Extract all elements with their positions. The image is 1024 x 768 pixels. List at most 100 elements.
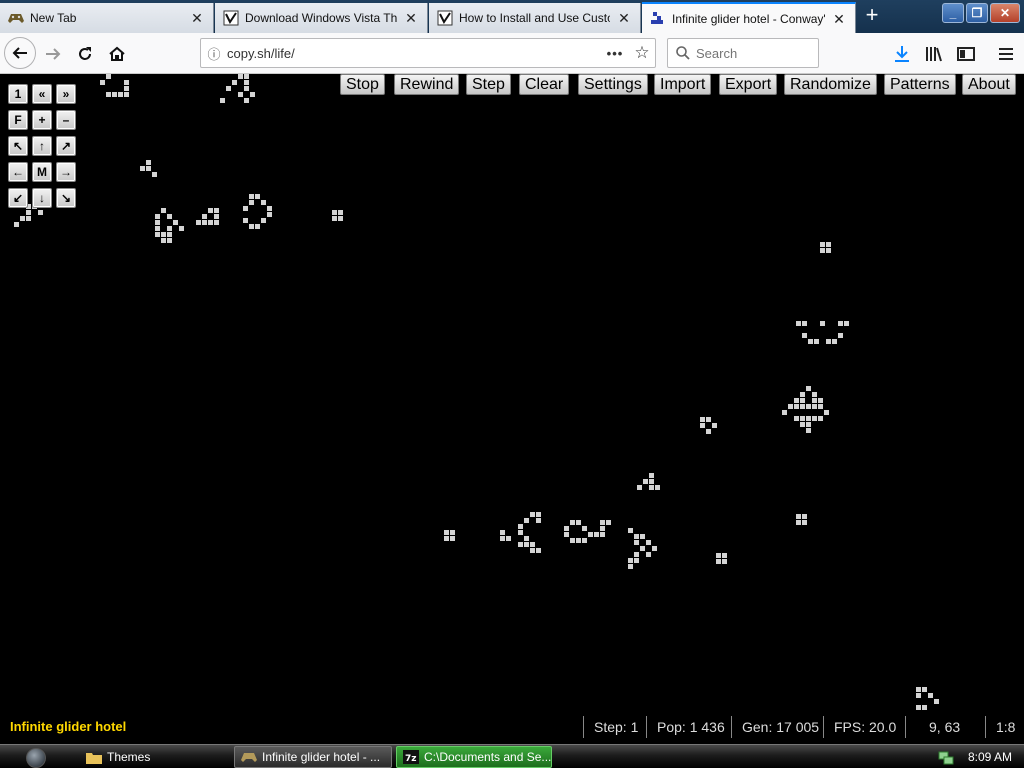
- cursor-coordinates: 9, 63: [929, 719, 961, 735]
- taskbar-item-themes[interactable]: Themes: [80, 746, 230, 768]
- life-cell: [161, 208, 166, 213]
- close-tab-icon[interactable]: ✕: [831, 11, 847, 27]
- life-cell: [646, 540, 651, 545]
- stop-button[interactable]: Stop: [340, 74, 385, 95]
- step-button[interactable]: Step: [466, 74, 511, 95]
- reload-button[interactable]: [70, 39, 100, 69]
- url-bar[interactable]: ⓘ copy.sh/life/ ••• ☆: [200, 38, 656, 68]
- life-cell: [524, 536, 529, 541]
- search-input[interactable]: [696, 45, 806, 61]
- life-cell: [806, 386, 811, 391]
- sidebar-icon[interactable]: [953, 41, 979, 67]
- export-button[interactable]: Export: [719, 74, 778, 95]
- tab-title: Download Windows Vista Theme: [245, 11, 397, 25]
- site-info-icon[interactable]: ⓘ: [201, 44, 227, 63]
- life-cell: [249, 200, 254, 205]
- pan-right-button[interactable]: →: [56, 162, 76, 182]
- taskbar-item-7zip[interactable]: 7z C:\Documents and Se...: [396, 746, 552, 768]
- zoom-in-button[interactable]: +: [32, 110, 52, 130]
- life-cell: [649, 479, 654, 484]
- patterns-button[interactable]: Patterns: [884, 74, 956, 95]
- slower-button[interactable]: «: [32, 84, 52, 104]
- life-cell: [124, 86, 129, 91]
- search-bar[interactable]: [667, 38, 819, 68]
- forward-button[interactable]: [38, 39, 68, 69]
- life-cell: [155, 226, 160, 231]
- life-cell: [649, 485, 654, 490]
- downloads-icon[interactable]: [889, 41, 915, 67]
- back-button[interactable]: [4, 37, 36, 69]
- taskbar-item-firefox[interactable]: Infinite glider hotel - ...: [234, 746, 392, 768]
- clock[interactable]: 8:09 AM: [968, 750, 1012, 764]
- settings-button[interactable]: Settings: [578, 74, 648, 95]
- close-tab-icon[interactable]: ✕: [189, 10, 205, 26]
- life-cell: [600, 520, 605, 525]
- url-text[interactable]: copy.sh/life/: [227, 46, 601, 61]
- life-cell: [238, 92, 243, 97]
- minimize-window-icon[interactable]: _: [942, 3, 964, 23]
- close-window-icon[interactable]: ✕: [990, 3, 1020, 23]
- library-icon[interactable]: [921, 41, 947, 67]
- windows-taskbar: Themes Infinite glider hotel - ... 7z C:…: [0, 744, 1024, 768]
- page-actions-button[interactable]: •••: [601, 46, 629, 61]
- rewind-button[interactable]: Rewind: [394, 74, 460, 95]
- clear-button[interactable]: Clear: [519, 74, 570, 95]
- faster-button[interactable]: »: [56, 84, 76, 104]
- close-tab-icon[interactable]: ✕: [403, 10, 419, 26]
- life-cell: [934, 699, 939, 704]
- life-canvas[interactable]: [0, 74, 1024, 744]
- speed-one-button[interactable]: 1: [8, 84, 28, 104]
- system-tray: 8:09 AM: [934, 745, 1024, 768]
- pan-down-button[interactable]: ↓: [32, 188, 52, 208]
- tab-title: Infinite glider hotel - Conway's G: [672, 11, 825, 26]
- pan-down-left-button[interactable]: ↙: [8, 188, 28, 208]
- zoom-out-button[interactable]: –: [56, 110, 76, 130]
- life-cell: [796, 520, 801, 525]
- new-tab-button[interactable]: +: [860, 4, 884, 28]
- pan-left-button[interactable]: ←: [8, 162, 28, 182]
- start-button[interactable]: [4, 746, 72, 768]
- randomize-button[interactable]: Randomize: [784, 74, 877, 95]
- svg-text:7z: 7z: [405, 754, 417, 764]
- restore-window-icon[interactable]: ❐: [966, 3, 988, 23]
- pan-up-button[interactable]: ↑: [32, 136, 52, 156]
- life-cell: [844, 321, 849, 326]
- bookmark-star-icon[interactable]: ☆: [629, 43, 655, 63]
- life-cell: [506, 536, 511, 541]
- about-button[interactable]: About: [962, 74, 1016, 95]
- life-cell: [267, 206, 272, 211]
- close-tab-icon[interactable]: ✕: [616, 10, 632, 26]
- life-cell: [576, 520, 581, 525]
- life-cell: [444, 530, 449, 535]
- life-cell: [716, 559, 721, 564]
- import-button[interactable]: Import: [654, 74, 712, 95]
- life-cell: [826, 248, 831, 253]
- life-cell: [838, 321, 843, 326]
- life-cell: [796, 321, 801, 326]
- tab-new-tab[interactable]: New Tab ✕: [0, 3, 214, 33]
- home-button[interactable]: [102, 39, 132, 69]
- life-cell: [112, 92, 117, 97]
- network-icon[interactable]: [938, 749, 954, 768]
- tab-title: New Tab: [30, 11, 77, 25]
- hamburger-menu-icon[interactable]: [993, 41, 1019, 67]
- life-cell: [244, 98, 249, 103]
- life-cell: [818, 398, 823, 403]
- life-cell: [249, 224, 254, 229]
- life-cell: [634, 558, 639, 563]
- life-cell: [796, 514, 801, 519]
- life-cell: [20, 216, 25, 221]
- life-cell: [564, 532, 569, 537]
- tab-install-custom[interactable]: How to Install and Use Custom ✕: [429, 3, 641, 33]
- fit-pattern-button[interactable]: F: [8, 110, 28, 130]
- life-cell: [649, 473, 654, 478]
- life-cell: [802, 514, 807, 519]
- pan-up-right-button[interactable]: ↗: [56, 136, 76, 156]
- tab-infinite-glider-hotel[interactable]: Infinite glider hotel - Conway's G ✕: [642, 2, 856, 33]
- life-cell: [444, 536, 449, 541]
- pan-up-left-button[interactable]: ↖: [8, 136, 28, 156]
- pan-down-right-button[interactable]: ↘: [56, 188, 76, 208]
- center-middle-button[interactable]: M: [32, 162, 52, 182]
- gamepad-icon: [241, 749, 257, 765]
- tab-download-vista-theme[interactable]: Download Windows Vista Theme ✕: [215, 3, 428, 33]
